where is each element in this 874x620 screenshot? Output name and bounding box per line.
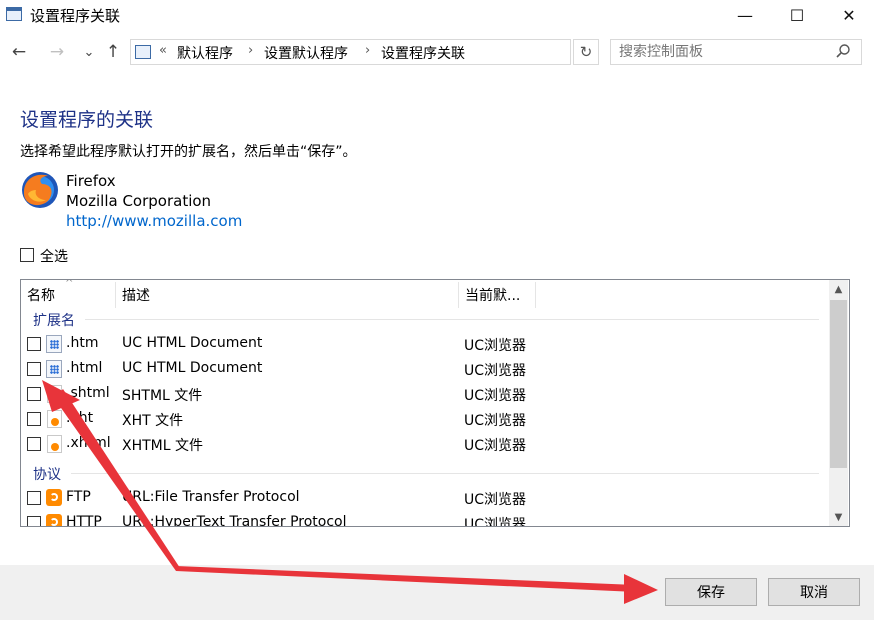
- address-bar[interactable]: « 默认程序 › 设置默认程序 › 设置程序关联 ⌄: [130, 39, 695, 65]
- row-extension: .html: [66, 360, 103, 376]
- group-divider: [85, 319, 819, 320]
- refresh-button[interactable]: ↻: [573, 39, 599, 65]
- row-checkbox[interactable]: [27, 491, 41, 505]
- row-description: URL:File Transfer Protocol: [122, 489, 300, 505]
- html-file-icon: [46, 360, 62, 378]
- window-title: 设置程序关联: [30, 7, 121, 25]
- select-all-checkbox[interactable]: [20, 248, 34, 262]
- list-item[interactable]: .xht XHT 文件 UC浏览器: [21, 408, 829, 433]
- list-item[interactable]: .shtml SHTML 文件 UC浏览器: [21, 383, 829, 408]
- up-arrow-icon[interactable]: ↑: [102, 39, 124, 65]
- control-panel-icon: [135, 45, 151, 59]
- recent-locations-chevron-icon[interactable]: ⌄: [78, 39, 100, 65]
- list-item[interactable]: HTTP URL:HyperText Transfer Protocol UC浏…: [21, 512, 829, 527]
- row-checkbox[interactable]: [27, 362, 41, 376]
- program-name: Firefox: [66, 172, 116, 190]
- vertical-scrollbar[interactable]: ▲ ▼: [829, 280, 848, 526]
- row-description: UC HTML Document: [122, 360, 263, 376]
- row-extension: .xhtml: [66, 435, 111, 451]
- maximize-button[interactable]: ☐: [774, 0, 820, 31]
- row-current-default: UC浏览器: [464, 517, 527, 527]
- row-current-default: UC浏览器: [464, 438, 527, 454]
- group-header-protocols[interactable]: 协议: [33, 464, 61, 484]
- group-header-extensions[interactable]: 扩展名: [33, 310, 75, 330]
- row-extension: .xht: [66, 410, 94, 426]
- list-item[interactable]: FTP URL:File Transfer Protocol UC浏览器: [21, 487, 829, 512]
- uc-browser-icon: [46, 514, 62, 526]
- group-divider: [71, 473, 819, 474]
- search-input[interactable]: [610, 39, 862, 65]
- uc-document-icon: [47, 435, 62, 453]
- scroll-up-arrow-icon[interactable]: ▲: [829, 280, 848, 298]
- row-checkbox[interactable]: [27, 337, 41, 351]
- select-all-label[interactable]: 全选: [40, 246, 68, 266]
- footer-bar: 保存 取消: [0, 565, 874, 620]
- program-company: Mozilla Corporation: [66, 192, 212, 210]
- row-protocol: HTTP: [66, 514, 102, 527]
- page-title: 设置程序的关联: [20, 109, 154, 131]
- row-checkbox[interactable]: [27, 387, 41, 401]
- row-description: XHTML 文件: [122, 438, 203, 454]
- row-description: UC HTML Document: [122, 335, 263, 351]
- row-checkbox[interactable]: [27, 412, 41, 426]
- row-description: XHT 文件: [122, 413, 184, 429]
- uc-document-icon: [47, 410, 62, 428]
- breadcrumb-separator: ›: [248, 43, 254, 58]
- breadcrumb-separator: ›: [365, 43, 371, 58]
- list-item[interactable]: .htm UC HTML Document UC浏览器: [21, 333, 829, 358]
- uc-browser-icon: [46, 489, 62, 506]
- cancel-button[interactable]: 取消: [768, 578, 860, 606]
- forward-arrow-icon[interactable]: →: [46, 39, 68, 65]
- column-header-current-default[interactable]: 当前默...: [459, 280, 535, 310]
- search-icon[interactable]: [835, 43, 855, 61]
- association-list[interactable]: 名称 ^ 描述 当前默... 扩展名 .htm UC HTML Document…: [20, 279, 850, 527]
- program-url-link[interactable]: http://www.mozilla.com: [66, 212, 242, 230]
- html-file-icon: [46, 335, 62, 353]
- title-bar: 设置程序关联 — ☐ ✕: [0, 0, 874, 31]
- row-description: SHTML 文件: [122, 388, 203, 404]
- column-divider[interactable]: [535, 282, 536, 308]
- scroll-down-arrow-icon[interactable]: ▼: [829, 508, 848, 526]
- firefox-icon: [20, 170, 60, 210]
- row-current-default: UC浏览器: [464, 338, 527, 354]
- sort-ascending-icon: ^: [65, 279, 74, 289]
- row-extension: .shtml: [66, 385, 110, 401]
- navigation-bar: ← → ⌄ ↑ « 默认程序 › 设置默认程序 › 设置程序关联 ⌄ ↻: [0, 31, 874, 75]
- column-header-description[interactable]: 描述: [116, 280, 458, 310]
- breadcrumb-overflow[interactable]: «: [159, 43, 167, 58]
- breadcrumb-set-default-programs[interactable]: 设置默认程序: [264, 43, 348, 63]
- minimize-button[interactable]: —: [722, 0, 768, 31]
- row-checkbox[interactable]: [27, 516, 41, 526]
- row-current-default: UC浏览器: [464, 413, 527, 429]
- instruction-text: 选择希望此程序默认打开的扩展名，然后单击“保存”。: [20, 144, 357, 160]
- row-current-default: UC浏览器: [464, 388, 527, 404]
- row-protocol: FTP: [66, 489, 91, 505]
- row-extension: .htm: [66, 335, 99, 351]
- back-arrow-icon[interactable]: ←: [8, 39, 30, 65]
- list-item[interactable]: .html UC HTML Document UC浏览器: [21, 358, 829, 383]
- row-description: URL:HyperText Transfer Protocol: [122, 514, 347, 527]
- row-checkbox[interactable]: [27, 437, 41, 451]
- row-current-default: UC浏览器: [464, 363, 527, 379]
- breadcrumb-default-programs[interactable]: 默认程序: [177, 43, 233, 63]
- uc-document-icon: [47, 385, 62, 403]
- window-icon: [6, 7, 22, 21]
- scroll-thumb[interactable]: [830, 300, 847, 468]
- breadcrumb-set-program-associations[interactable]: 设置程序关联: [381, 43, 465, 63]
- row-current-default: UC浏览器: [464, 492, 527, 508]
- save-button[interactable]: 保存: [665, 578, 757, 606]
- list-item[interactable]: .xhtml XHTML 文件 UC浏览器: [21, 433, 829, 458]
- close-button[interactable]: ✕: [826, 0, 872, 31]
